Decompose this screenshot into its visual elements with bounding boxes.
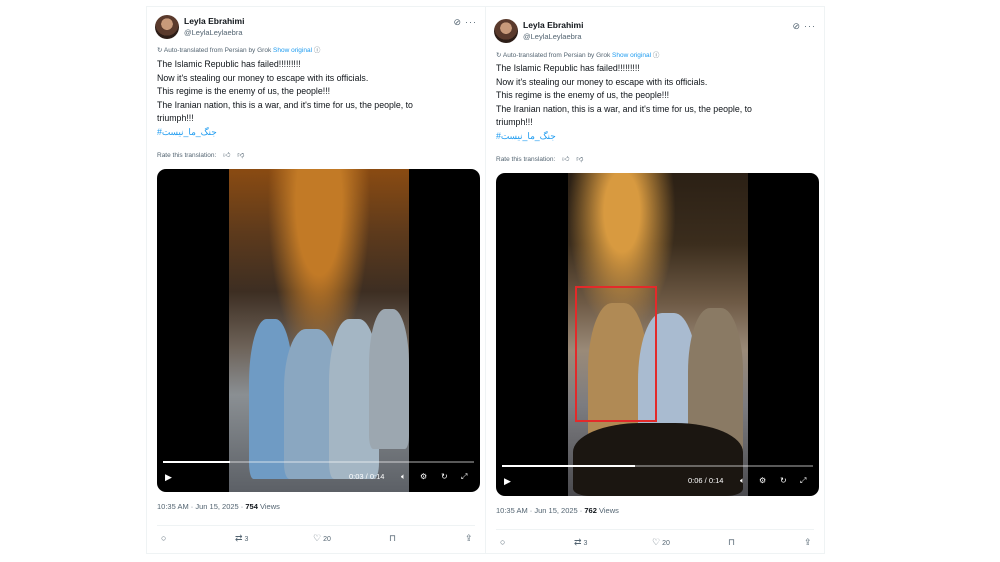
video-time: 0:06 / 0:14 <box>688 476 724 485</box>
rate-translation: Rate this translation: 👍︎ 👎︎ <box>157 150 244 159</box>
tweet-line: Now it's stealing our money to escape wi… <box>496 76 708 87</box>
timestamp[interactable]: 10:35 AM · Jun 15, 2025 · <box>496 506 584 515</box>
repost-icon: ⇄ <box>574 537 582 547</box>
video-player[interactable]: ▶ 0:03 / 0:14 🔈︎ ⚙ ↻ ⤢ <box>157 169 480 492</box>
views-count: 762 <box>584 506 597 515</box>
tweet-line: The Iranian nation, this is a war, and i… <box>157 99 413 110</box>
tweet-meta: 10:35 AM · Jun 15, 2025 · 754 Views <box>157 502 280 511</box>
video-progress-bar[interactable] <box>163 461 474 463</box>
fullscreen-icon[interactable]: ⤢ <box>461 472 467 482</box>
heart-icon: ♡ <box>652 537 661 547</box>
action-bar: ○ ⇄ 3 ♡ 20 ⊓ ⇪ <box>157 525 475 543</box>
views-label: Views <box>257 502 280 511</box>
highlight-box <box>575 286 657 422</box>
loop-icon[interactable]: ↻ <box>780 476 787 486</box>
crowd-person <box>369 309 409 449</box>
action-bar: ○ ⇄ 3 ♡ 20 ⊓ ⇪ <box>496 529 814 547</box>
like-count: 20 <box>662 540 670 547</box>
thumbs-up-icon[interactable]: 👍︎ <box>223 152 230 159</box>
volume-icon[interactable]: 🔈︎ <box>401 472 406 482</box>
video-time: 0:03 / 0:14 <box>349 472 385 481</box>
share-icon[interactable]: ⇪ <box>465 533 473 544</box>
rate-label: Rate this translation: <box>496 156 556 163</box>
show-original-link[interactable]: Show original <box>612 52 651 59</box>
repost-count: 3 <box>583 540 588 547</box>
settings-icon[interactable]: ⚙ <box>759 476 766 486</box>
tweet-line: Now it's stealing our money to escape wi… <box>157 72 369 83</box>
share-icon[interactable]: ⇪ <box>804 537 812 548</box>
repost-count: 3 <box>244 536 249 543</box>
translate-icon: ↻ <box>496 52 503 59</box>
video-progress-bar[interactable] <box>502 465 813 467</box>
video-player[interactable]: ▶ 0:06 / 0:14 🔈︎ ⚙ ↻ ⤢ <box>496 173 819 496</box>
tweet-line: The Iranian nation, this is a war, and i… <box>496 103 752 114</box>
translated-label: Auto-translated from Persian by Grok <box>502 52 611 59</box>
translated-label: Auto-translated from Persian by Grok <box>163 47 272 54</box>
tweet-line: triumph!!! <box>157 113 194 124</box>
grok-icon[interactable]: ⊘ <box>453 17 461 27</box>
repost-button[interactable]: ⇄ 3 <box>574 537 587 548</box>
avatar[interactable] <box>155 15 179 39</box>
video-progress-fill <box>163 461 230 463</box>
tweet-line: This regime is the enemy of us, the peop… <box>157 86 331 97</box>
thumbs-down-icon[interactable]: 👎︎ <box>576 156 583 163</box>
hashtag-link[interactable]: #جنگ_ما_نیست <box>157 126 477 140</box>
heart-icon: ♡ <box>313 533 322 543</box>
tweet-card-right: Leyla Ebrahimi @LeylaLeylaebra ⊘ ··· ↻ A… <box>485 6 825 554</box>
views-count: 754 <box>245 502 258 511</box>
play-icon[interactable]: ▶ <box>165 472 172 482</box>
translate-icon: ↻ <box>157 47 164 54</box>
info-icon[interactable]: ⓘ <box>653 52 660 59</box>
author-name[interactable]: Leyla Ebrahimi <box>184 16 244 26</box>
tweet-text: The Islamic Republic has failed!!!!!!!!!… <box>496 62 816 144</box>
tweet-line: This regime is the enemy of us, the peop… <box>496 90 670 101</box>
more-icon[interactable]: ··· <box>465 17 477 27</box>
thumbs-down-icon[interactable]: 👎︎ <box>237 152 244 159</box>
views-label: Views <box>596 506 619 515</box>
tweet-line: The Islamic Republic has failed!!!!!!!!! <box>496 63 640 73</box>
author-handle[interactable]: @LeylaLeylaebra <box>523 32 581 41</box>
author-handle[interactable]: @LeylaLeylaebra <box>184 28 242 37</box>
thumbs-up-icon[interactable]: 👍︎ <box>562 156 569 163</box>
grok-icon[interactable]: ⊘ <box>792 21 800 31</box>
info-icon[interactable]: ⓘ <box>314 47 321 54</box>
bookmark-icon[interactable]: ⊓ <box>728 537 735 548</box>
author-name[interactable]: Leyla Ebrahimi <box>523 20 583 30</box>
hashtag-link[interactable]: #جنگ_ما_نیست <box>496 130 816 144</box>
repost-icon: ⇄ <box>235 533 243 543</box>
loop-icon[interactable]: ↻ <box>441 472 448 482</box>
rate-translation: Rate this translation: 👍︎ 👎︎ <box>496 154 583 163</box>
tweet-header: Leyla Ebrahimi @LeylaLeylaebra ⊘ ··· <box>155 13 477 43</box>
video-frame <box>229 169 409 492</box>
volume-icon[interactable]: 🔈︎ <box>740 476 745 486</box>
translation-notice: ↻ Auto-translated from Persian by Grok S… <box>157 44 320 54</box>
tweet-header: Leyla Ebrahimi @LeylaLeylaebra ⊘ ··· <box>494 17 816 47</box>
tweet-meta: 10:35 AM · Jun 15, 2025 · 762 Views <box>496 506 619 515</box>
bookmark-icon[interactable]: ⊓ <box>389 533 396 544</box>
tweet-line: The Islamic Republic has failed!!!!!!!!! <box>157 59 301 69</box>
like-count: 20 <box>323 536 331 543</box>
repost-button[interactable]: ⇄ 3 <box>235 533 248 544</box>
like-button[interactable]: ♡ 20 <box>652 537 670 548</box>
tweet-card-left: Leyla Ebrahimi @LeylaLeylaebra ⊘ ··· ↻ A… <box>146 6 486 554</box>
avatar[interactable] <box>494 19 518 43</box>
timestamp[interactable]: 10:35 AM · Jun 15, 2025 · <box>157 502 245 511</box>
video-progress-fill <box>502 465 636 467</box>
play-icon[interactable]: ▶ <box>504 476 511 486</box>
like-button[interactable]: ♡ 20 <box>313 533 331 544</box>
rate-label: Rate this translation: <box>157 152 217 159</box>
settings-icon[interactable]: ⚙ <box>420 472 427 482</box>
tweet-line: triumph!!! <box>496 117 533 128</box>
tweet-text: The Islamic Republic has failed!!!!!!!!!… <box>157 58 477 140</box>
fullscreen-icon[interactable]: ⤢ <box>800 476 806 486</box>
reply-icon[interactable]: ○ <box>500 537 505 547</box>
reply-icon[interactable]: ○ <box>161 533 166 543</box>
more-icon[interactable]: ··· <box>804 21 816 31</box>
translation-notice: ↻ Auto-translated from Persian by Grok S… <box>496 49 659 59</box>
show-original-link[interactable]: Show original <box>273 47 312 54</box>
